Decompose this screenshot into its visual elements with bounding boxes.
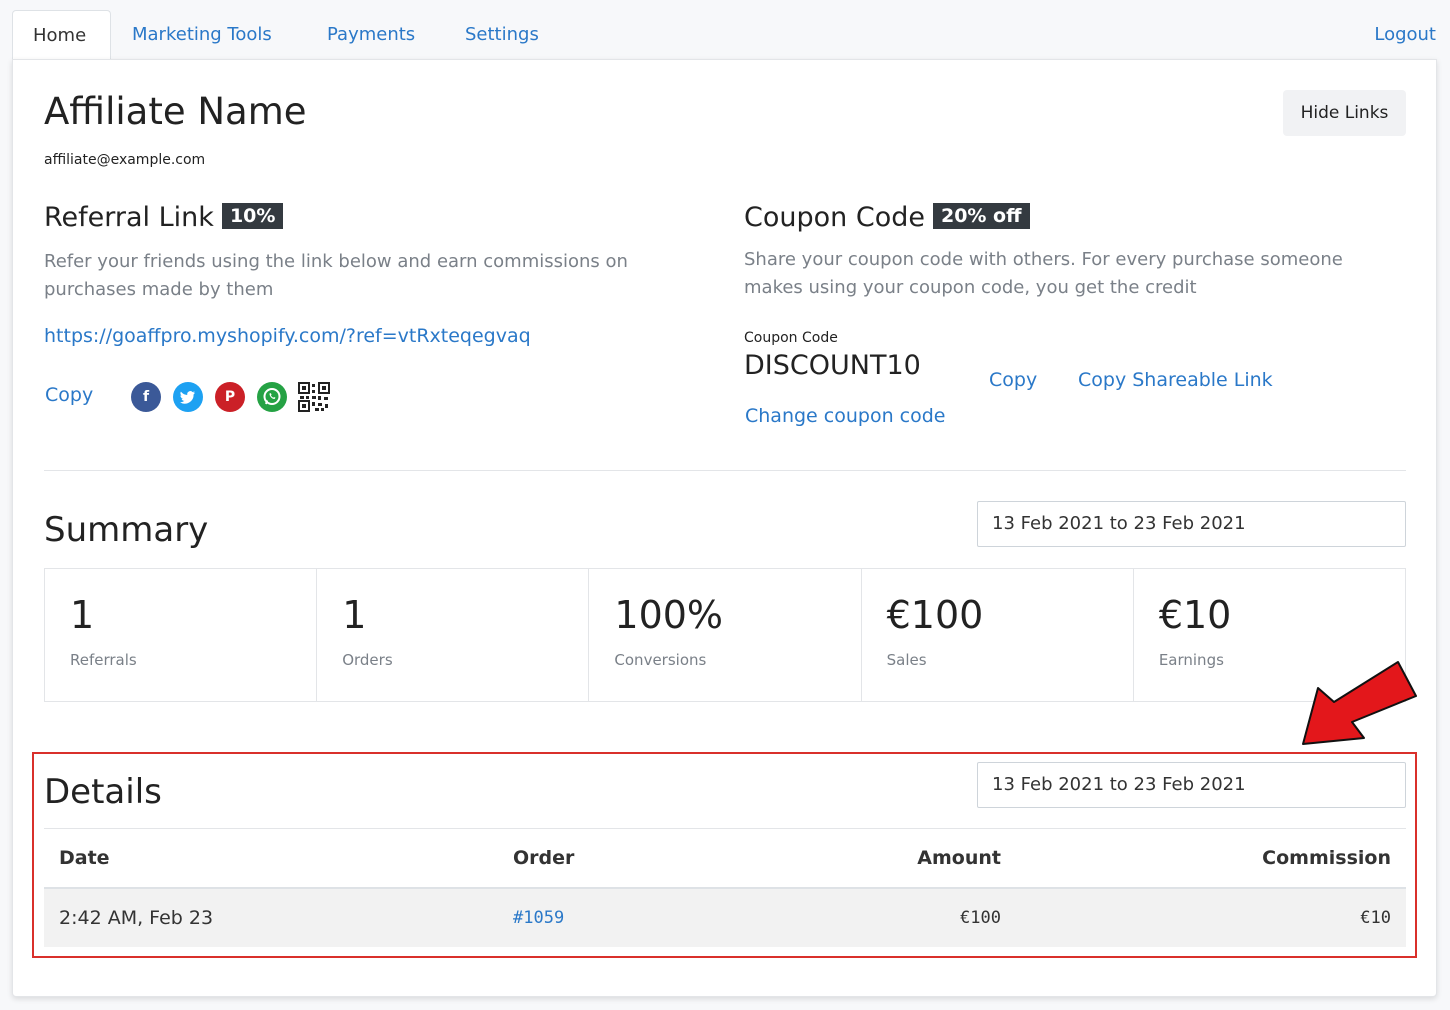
summary-title: Summary xyxy=(44,510,209,550)
stat-conversions: 100% Conversions xyxy=(589,569,862,701)
details-table: Date Order Amount Commission 2:42 AM, Fe… xyxy=(44,828,1406,947)
logout-link[interactable]: Logout xyxy=(1374,10,1436,60)
coupon-code-label: Coupon Code xyxy=(744,330,838,346)
hide-links-button[interactable]: Hide Links xyxy=(1283,90,1406,136)
stat-orders: 1 Orders xyxy=(317,569,590,701)
stat-label: Referrals xyxy=(70,651,137,669)
red-arrow-annotation xyxy=(1302,661,1417,745)
row-amount: €100 xyxy=(960,908,1001,928)
summary-stats: 1 Referrals 1 Orders 100% Conversions €1… xyxy=(44,568,1406,702)
tab-marketing-tools[interactable]: Marketing Tools xyxy=(112,10,292,60)
details-title: Details xyxy=(44,772,162,812)
stat-label: Sales xyxy=(886,651,927,669)
affiliate-email: affiliate@example.com xyxy=(44,152,206,168)
summary-date-range-picker[interactable]: 13 Feb 2021 to 23 Feb 2021 xyxy=(977,501,1406,547)
stat-value: €10 xyxy=(1158,593,1232,637)
affiliate-name: Affiliate Name xyxy=(44,90,307,133)
commission-badge: 10% xyxy=(221,203,284,229)
tab-home[interactable]: Home xyxy=(12,10,111,60)
stat-value: €100 xyxy=(886,593,984,637)
table-header: Date Order Amount Commission xyxy=(44,828,1406,889)
pinterest-icon[interactable]: P xyxy=(215,382,245,412)
column-date: Date xyxy=(59,847,110,869)
copy-shareable-link-button[interactable]: Copy Shareable Link xyxy=(1078,369,1273,391)
column-commission: Commission xyxy=(1262,847,1391,869)
whatsapp-icon[interactable] xyxy=(257,382,287,412)
coupon-code-title: Coupon Code xyxy=(744,202,925,233)
stat-label: Conversions xyxy=(614,651,707,669)
stat-value: 1 xyxy=(70,593,95,637)
top-navigation: Home Marketing Tools Payments Settings L… xyxy=(0,0,1450,60)
row-commission: €10 xyxy=(1360,908,1391,928)
stat-sales: €100 Sales xyxy=(862,569,1134,701)
discount-badge: 20% off xyxy=(932,203,1030,229)
row-date: 2:42 AM, Feb 23 xyxy=(59,907,214,929)
stat-referrals: 1 Referrals xyxy=(45,569,318,701)
details-date-range-picker[interactable]: 13 Feb 2021 to 23 Feb 2021 xyxy=(977,762,1406,808)
column-amount: Amount xyxy=(917,847,1001,869)
referral-link-heading: Referral Link 10% xyxy=(44,202,284,233)
referral-link-title: Referral Link xyxy=(44,202,214,233)
tab-payments[interactable]: Payments xyxy=(307,10,435,60)
stat-value: 1 xyxy=(342,593,367,637)
section-divider xyxy=(44,470,1406,471)
referral-description: Refer your friends using the link below … xyxy=(44,251,628,300)
coupon-description: Share your coupon code with others. For … xyxy=(744,249,1343,298)
twitter-icon[interactable] xyxy=(173,382,203,412)
dashboard-card: Affiliate Name affiliate@example.com Hid… xyxy=(12,59,1437,997)
coupon-code-value: DISCOUNT10 xyxy=(744,350,921,381)
row-order-link[interactable]: #1059 xyxy=(513,889,564,947)
stat-label: Orders xyxy=(342,651,393,669)
referral-url-link[interactable]: https://goaffpro.myshopify.com/?ref=vtRx… xyxy=(44,325,531,347)
column-order: Order xyxy=(513,847,575,869)
copy-coupon-button[interactable]: Copy xyxy=(989,369,1037,391)
stat-value: 100% xyxy=(614,593,724,637)
tab-settings[interactable]: Settings xyxy=(445,10,559,60)
coupon-code-heading: Coupon Code 20% off xyxy=(744,202,1030,233)
change-coupon-code-link[interactable]: Change coupon code xyxy=(745,405,945,427)
table-row: 2:42 AM, Feb 23 #1059 €100 €10 xyxy=(44,889,1406,947)
facebook-icon[interactable]: f xyxy=(131,382,161,412)
qr-code-icon[interactable] xyxy=(298,382,330,412)
copy-referral-link-button[interactable]: Copy xyxy=(45,384,93,406)
